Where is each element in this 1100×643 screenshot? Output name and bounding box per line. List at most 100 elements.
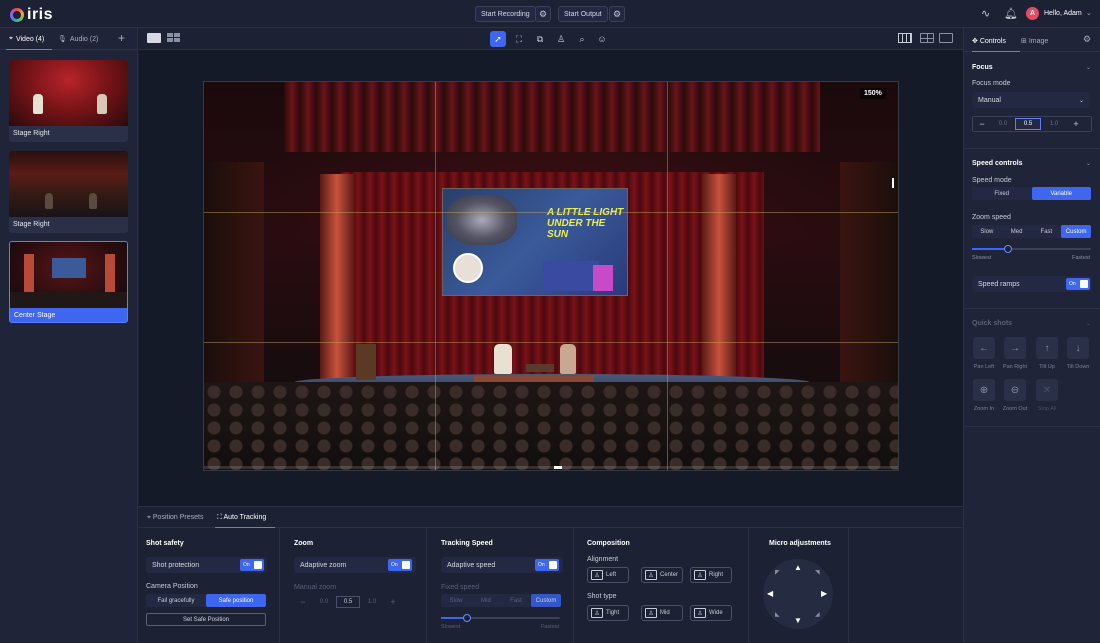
avatar[interactable]: A [1026,7,1039,20]
zoom-speed-slow-option[interactable]: Slow [972,225,1002,238]
user-greeting[interactable]: Hello, Adam [1044,10,1082,17]
slider-knob[interactable] [463,614,472,622]
tab-video[interactable]: ⌖ Video (4) [9,35,44,43]
user-menu-chevron-down-icon[interactable]: ⌄ [1086,9,1092,17]
stop-all-button[interactable]: ✕ [1036,379,1058,401]
shot-protection-toggle[interactable]: On [240,559,264,571]
zoom-speed-slider[interactable] [972,245,1091,253]
speed-ramps-toggle[interactable]: On [1066,278,1090,290]
focus-collapse-chevron-icon[interactable]: ⌄ [1086,64,1091,71]
micro-adjustments-title: Micro adjustments [769,540,831,547]
adaptive-zoom-toggle[interactable]: On [388,559,412,571]
active-tab-underline [6,49,52,50]
focus-title: Focus [972,64,993,71]
camera-viewport[interactable]: A LITTLE LIGHT UNDER THE SUN 150% [203,81,899,471]
recording-settings-gear-icon[interactable]: ⚙ [535,6,551,22]
fixed-speed-label: Fixed speed [441,584,480,591]
tab-controls[interactable]: ✥ Controls [972,37,1006,45]
speed-mid-option[interactable]: Mid [471,594,501,607]
source-card-stage-right-2[interactable]: Stage Right [9,151,128,233]
logo-text: iris [27,6,54,23]
source-card-stage-right-1[interactable]: Stage Right [9,60,128,142]
zoom-out-button[interactable]: ⊖ [1004,379,1026,401]
increment-button[interactable]: + [384,597,402,607]
adaptive-speed-toggle[interactable]: On [535,559,559,571]
output-settings-gear-icon[interactable]: ⚙ [609,6,625,22]
tilt-down-button[interactable]: ↓ [1067,337,1089,359]
zoom-search-icon[interactable]: ⌕ [574,31,590,47]
shot-mid-button[interactable]: ♙ Mid [641,605,683,621]
micro-down-left-arrow-icon[interactable]: ◣ [775,611,780,618]
person-track-icon[interactable]: ♙ [553,31,569,47]
focus-mode-select[interactable]: Manual ⌄ [972,92,1090,108]
micro-up-arrow-icon[interactable]: ▲ [794,563,802,572]
tilt-indicator[interactable] [892,178,894,188]
speed-mode-fixed-option[interactable]: Fixed [972,187,1032,200]
speed-slow-option[interactable]: Slow [441,594,471,607]
tab-position-presets[interactable]: ⌖ Position Presets [147,514,203,522]
activity-icon[interactable]: ∿ [981,7,990,20]
micro-left-arrow-icon[interactable]: ◀ [767,589,773,598]
pan-right-button[interactable]: → [1004,337,1026,359]
slider-knob[interactable] [1003,245,1012,253]
tab-image[interactable]: ⊞ Image [1021,37,1048,45]
shot-mid-label: Mid [660,610,670,616]
app-logo[interactable]: iris [10,6,53,24]
zoom-speed-med-option[interactable]: Med [1002,225,1032,238]
table-grid-icon[interactable] [898,33,912,43]
fail-gracefully-option[interactable]: Fail gracefully [146,594,206,607]
grid-view-layout-icon[interactable] [167,33,181,43]
speed-custom-option[interactable]: Custom [531,594,561,607]
increment-button[interactable]: + [1067,119,1085,129]
speed-collapse-chevron-icon[interactable]: ⌄ [1086,160,1091,167]
align-left-button[interactable]: ♙ Left [587,567,629,583]
thirds-grid-icon[interactable] [920,33,934,43]
thumb-person [97,94,107,114]
align-center-button[interactable]: ♙ Center [641,567,683,583]
tab-audio[interactable]: 🎙︎ Audio (2) [58,35,98,44]
select-pointer-icon[interactable]: ➚ [490,31,506,47]
zoom-in-button[interactable]: ⊕ [973,379,995,401]
no-grid-icon[interactable] [939,33,953,43]
tab-auto-tracking[interactable]: ⛶ Auto Tracking [217,514,266,522]
source-card-center-stage[interactable]: Center Stage [9,241,128,323]
start-output-button[interactable]: Start Output [558,6,608,22]
zoom-speed-custom-option[interactable]: Custom [1061,225,1091,238]
speed-fast-option[interactable]: Fast [501,594,531,607]
align-right-button[interactable]: ♙ Right [690,567,732,583]
tracking-speed-slider[interactable] [441,614,560,622]
stepper-min-value: 0.0 [319,599,329,605]
screen-artwork [447,195,517,245]
panel-settings-gear-icon[interactable]: ⚙ [1083,34,1091,45]
micro-down-arrow-icon[interactable]: ▼ [794,616,802,625]
stepper-current-value[interactable]: 0.5 [1015,118,1041,130]
slider-min-label: Slowest [972,255,992,261]
micro-right-arrow-icon[interactable]: ▶ [821,589,827,598]
pan-scrollbar-thumb[interactable] [554,466,562,469]
stage-column [702,174,736,384]
notification-bell-icon[interactable]: 🔔︎ [1004,7,1018,20]
crop-frame-icon[interactable]: ⧉ [532,31,548,47]
shot-wide-button[interactable]: ♙ Wide [690,605,732,621]
tab-auto-tracking-label: Auto Tracking [223,514,267,521]
start-recording-button[interactable]: Start Recording [475,6,536,22]
decrement-button[interactable]: − [973,119,991,129]
micro-down-right-arrow-icon[interactable]: ◢ [815,611,820,618]
speed-mode-variable-option[interactable]: Variable [1031,187,1091,200]
decrement-button[interactable]: − [294,597,312,607]
micro-up-right-arrow-icon[interactable]: ◥ [815,569,820,576]
set-safe-position-button[interactable]: Set Safe Position [146,613,266,626]
micro-up-left-arrow-icon[interactable]: ◤ [775,569,780,576]
safe-position-option[interactable]: Safe position [206,594,266,607]
pan-scrollbar[interactable] [204,466,898,469]
add-source-button[interactable]: + [118,31,125,45]
face-detect-icon[interactable]: ☺ [594,31,610,47]
stepper-current-value[interactable]: 0.5 [336,596,360,608]
single-view-layout-icon[interactable] [147,33,161,43]
zoom-speed-fast-option[interactable]: Fast [1032,225,1062,238]
quick-shots-chevron-icon[interactable]: ⌄ [1086,320,1091,327]
tilt-up-button[interactable]: ↑ [1036,337,1058,359]
shot-tight-button[interactable]: ♙ Tight [587,605,629,621]
pan-left-button[interactable]: ← [973,337,995,359]
frame-target-icon[interactable]: ⛶ [511,31,527,47]
